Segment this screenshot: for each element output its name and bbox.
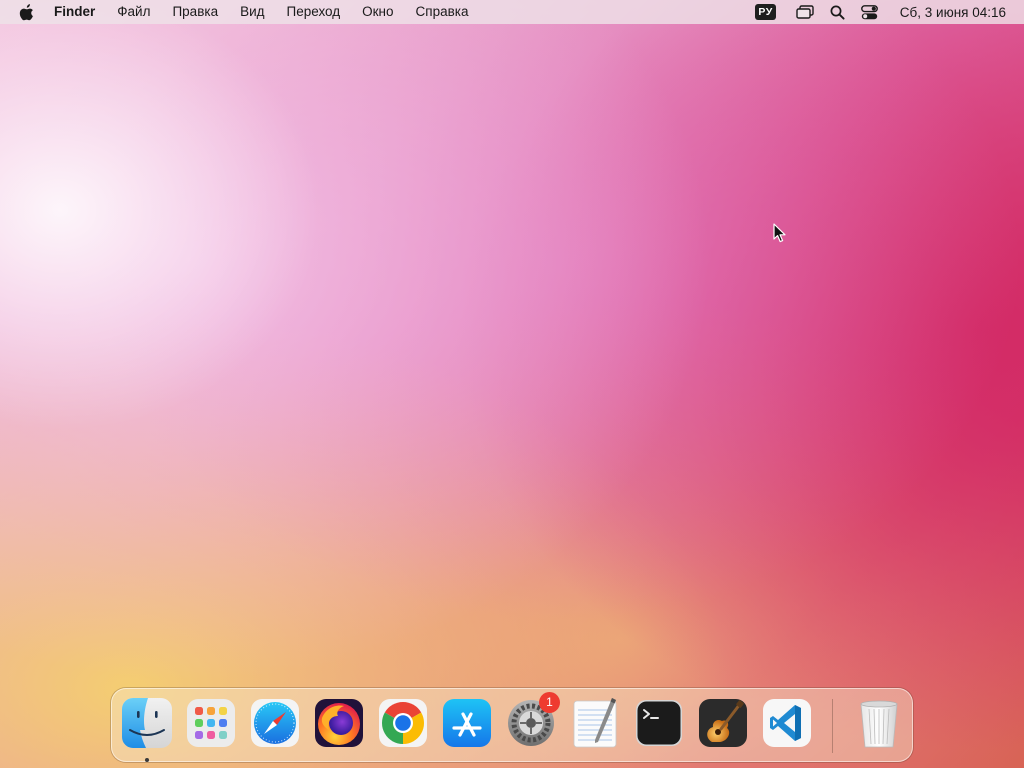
mouse-cursor-icon	[773, 223, 786, 243]
dock-firefox[interactable]	[312, 696, 366, 750]
dock-finder[interactable]	[120, 696, 174, 750]
dock-chrome[interactable]	[376, 696, 430, 750]
dock-garageband[interactable]	[696, 696, 750, 750]
textedit-icon	[573, 698, 617, 748]
spotlight-search-icon[interactable]	[830, 5, 845, 20]
dock-terminal[interactable]	[632, 696, 686, 750]
desktop-wallpaper[interactable]	[0, 0, 1024, 768]
dock-separator	[832, 699, 833, 753]
vscode-icon	[763, 699, 811, 747]
chrome-icon	[379, 699, 427, 747]
menu-help[interactable]: Справка	[405, 0, 480, 24]
screen-mirroring-icon[interactable]	[796, 5, 814, 19]
input-source-indicator[interactable]: РУ	[755, 4, 776, 20]
menu-window[interactable]: Окно	[351, 0, 404, 24]
apple-menu-icon[interactable]	[19, 3, 35, 21]
firefox-icon	[315, 699, 363, 747]
menu-go[interactable]: Переход	[276, 0, 352, 24]
app-store-icon	[443, 699, 491, 747]
dock-safari[interactable]	[248, 696, 302, 750]
dock-launchpad[interactable]	[184, 696, 238, 750]
dock-textedit[interactable]	[568, 696, 622, 750]
safari-icon	[251, 699, 299, 747]
dock-system-settings[interactable]: 1	[504, 692, 560, 750]
menu-edit[interactable]: Правка	[161, 0, 229, 24]
notification-badge: 1	[539, 692, 560, 713]
menu-app-finder[interactable]: Finder	[54, 0, 106, 24]
menu-bar: Finder Файл Правка Вид Переход Окно Спра…	[0, 0, 1024, 24]
menu-view[interactable]: Вид	[229, 0, 275, 24]
garageband-icon	[699, 699, 747, 747]
dock: 1	[111, 688, 913, 762]
control-center-icon[interactable]	[860, 4, 878, 20]
menu-bar-clock[interactable]: Сб, 3 июня 04:16	[900, 5, 1006, 20]
dock-trash[interactable]	[852, 696, 906, 750]
finder-icon	[122, 698, 172, 748]
trash-icon	[860, 700, 898, 748]
dock-app-store[interactable]	[440, 696, 494, 750]
launchpad-icon	[187, 699, 235, 747]
terminal-icon	[636, 700, 682, 746]
menu-file[interactable]: Файл	[106, 0, 161, 24]
dock-vscode[interactable]	[760, 696, 814, 750]
running-indicator	[145, 758, 149, 762]
